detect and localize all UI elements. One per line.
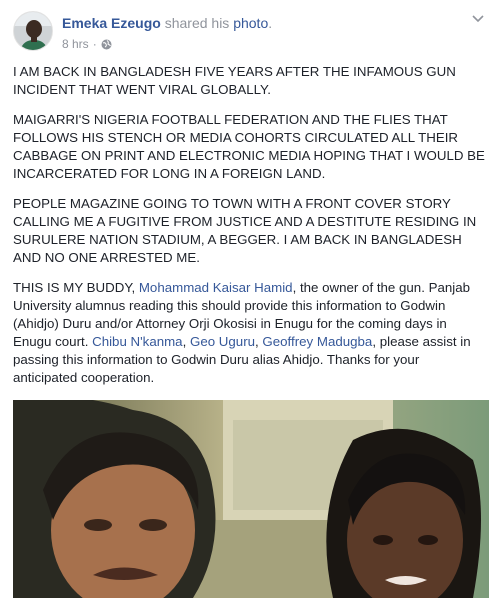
post-paragraph-4: THIS IS MY BUDDY, Mohammad Kaisar Hamid,… [13,279,485,387]
author-avatar[interactable] [13,11,53,51]
post-photo[interactable] [13,400,489,598]
chevron-down-icon [472,15,484,23]
paragraph-4-text-1: THIS IS MY BUDDY, [13,280,139,295]
post-header: Emeka Ezeugo shared his photo. 8 hrs · [0,0,496,58]
post-meta: 8 hrs · [62,37,112,51]
post-body: I AM BACK IN BANGLADESH FIVE YEARS AFTER… [13,63,485,399]
mention-chibu-nkanma[interactable]: Chibu N'kanma [92,334,183,349]
meta-separator: · [92,37,97,51]
mention-geoffrey-madugba[interactable]: Geoffrey Madugba [262,334,372,349]
post-paragraph-2: MAIGARRI'S NIGERIA FOOTBALL FEDERATION A… [13,112,485,181]
period: . [268,15,273,31]
photo-link[interactable]: photo [233,15,268,31]
post-options-button[interactable] [472,12,484,26]
mention-separator-1: , [182,334,190,349]
shared-text: shared his [164,15,230,31]
author-line: Emeka Ezeugo shared his photo. [62,15,272,31]
selfie-photo-icon [13,400,489,598]
mention-kaisar-hamid[interactable]: Mohammad Kaisar Hamid [139,280,293,295]
post-paragraph-3: PEOPLE MAGAZINE GOING TO TOWN WITH A FRO… [13,196,477,265]
post-paragraph-1: I AM BACK IN BANGLADESH FIVE YEARS AFTER… [13,64,456,97]
post-timestamp[interactable]: 8 hrs [62,37,89,51]
avatar-photo-icon [14,12,52,50]
globe-icon[interactable] [101,39,112,50]
mention-geo-uguru[interactable]: Geo Uguru [190,334,255,349]
author-name[interactable]: Emeka Ezeugo [62,15,161,31]
